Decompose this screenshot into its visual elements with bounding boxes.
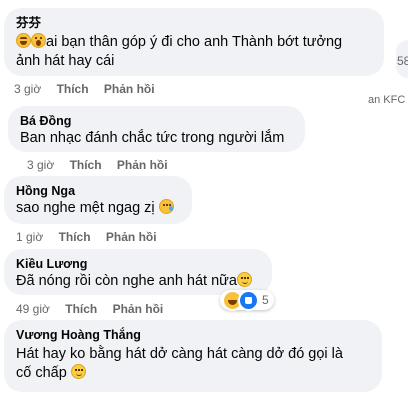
reply-button[interactable]: Phản hồi bbox=[113, 302, 164, 316]
astonished-emoji-icon bbox=[31, 33, 46, 48]
comment-text-line-2: ảnh hát hay cái bbox=[16, 53, 115, 69]
comment-actions: 3 giờ Thích Phản hồi bbox=[14, 82, 167, 96]
comment-actions: 1 giờ Thích Phản hồi bbox=[16, 230, 169, 244]
smiling-emoji-icon bbox=[236, 272, 252, 287]
comment-actions: 49 giờ Thích Phản hồi bbox=[16, 302, 175, 316]
comment-author[interactable]: Hồng Nga bbox=[16, 183, 180, 199]
comment-text: Đã nóng rồi còn nghe anh hát nữa bbox=[16, 272, 260, 291]
comment-time[interactable]: 3 giờ bbox=[14, 82, 41, 96]
reply-button[interactable]: Phản hồi bbox=[117, 158, 168, 172]
comment-text-line-2: cố chấp bbox=[16, 364, 370, 383]
comment-text: sao nghe mệt ngag zị bbox=[16, 199, 180, 218]
like-button[interactable]: Thích bbox=[70, 158, 102, 172]
comment-time[interactable]: 49 giờ bbox=[16, 302, 50, 316]
comment-text-line-1: ai bạn thân góp ý đi cho anh Thành bớt t… bbox=[16, 33, 372, 52]
drooling-emoji-icon bbox=[158, 199, 174, 214]
like-button[interactable]: Thích bbox=[59, 230, 91, 244]
laughing-emoji-icon bbox=[16, 33, 31, 48]
like-reaction-icon bbox=[238, 289, 259, 311]
smiling-emoji-icon bbox=[70, 364, 86, 379]
comment-bubble: Bá Đồng Ban nhạc đánh chắc tức trong ngư… bbox=[8, 106, 305, 152]
reply-button[interactable]: Phản hồi bbox=[106, 230, 157, 244]
reaction-count: 5 bbox=[262, 293, 269, 307]
comment-bubble: Kiều Lương Đã nóng rồi còn nghe anh hát … bbox=[4, 249, 272, 295]
like-button[interactable]: Thích bbox=[65, 302, 97, 316]
comment-text: Ban nhạc đánh chắc tức trong người lắm bbox=[20, 130, 285, 146]
comment-author[interactable]: 芬芬 bbox=[16, 15, 372, 31]
adjacent-count-text: 58 bbox=[397, 54, 408, 68]
comment-bubble: 芬芬 ai bạn thân góp ý đi cho anh Thành bớ… bbox=[4, 8, 384, 76]
adjacent-snippet-text: an KFC ko bbox=[368, 94, 408, 106]
comment-actions: 3 giờ Thích Phản hồi bbox=[27, 158, 180, 172]
comment-text-line-1: Hát hay ko bằng hát dở càng hát càng dở … bbox=[16, 346, 343, 362]
comment-bubble: Vương Hoàng Thắng Hát hay ko bằng hát dở… bbox=[4, 320, 382, 392]
comment-author[interactable]: Kiều Lương bbox=[16, 256, 260, 272]
reply-button[interactable]: Phản hồi bbox=[104, 82, 155, 96]
comment-author[interactable]: Bá Đồng bbox=[20, 113, 293, 129]
comment-author[interactable]: Vương Hoàng Thắng bbox=[16, 327, 370, 343]
comment-bubble: Hồng Nga sao nghe mệt ngag zị bbox=[4, 176, 192, 224]
like-button[interactable]: Thích bbox=[57, 82, 89, 96]
comment-time[interactable]: 3 giờ bbox=[27, 158, 54, 172]
comment-time[interactable]: 1 giờ bbox=[16, 230, 43, 244]
reaction-summary[interactable]: 5 bbox=[220, 289, 274, 311]
